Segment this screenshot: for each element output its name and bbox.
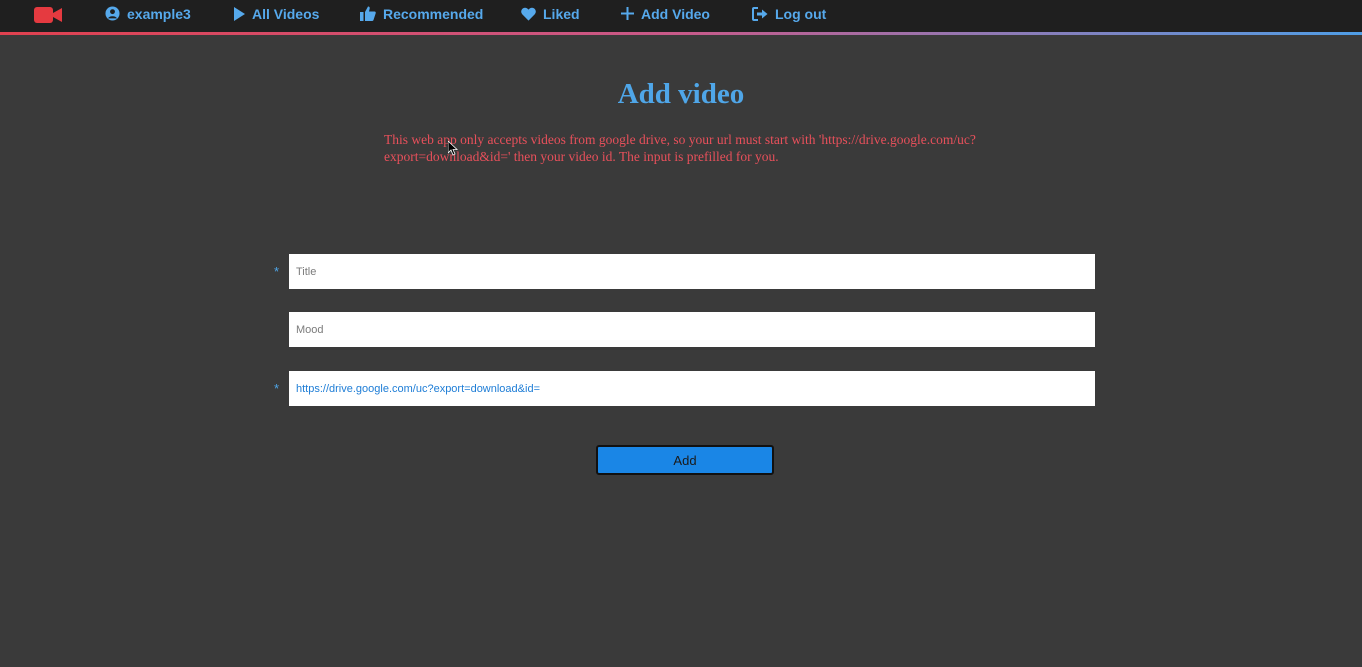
thumbs-up-icon bbox=[360, 6, 376, 21]
add-video-button[interactable]: Add bbox=[596, 445, 774, 475]
url-notice-text: This web app only accepts videos from go… bbox=[384, 132, 976, 164]
heart-icon bbox=[521, 7, 536, 21]
nav-item-label: Log out bbox=[775, 5, 827, 22]
nav-item-add-video[interactable]: Add Video bbox=[621, 0, 710, 27]
nav-item-all-videos[interactable]: All Videos bbox=[233, 0, 319, 27]
nav-item-label: example3 bbox=[127, 5, 191, 22]
nav-item-logout[interactable]: Log out bbox=[752, 0, 826, 27]
video-camera-icon[interactable] bbox=[34, 6, 62, 24]
nav-item-profile[interactable]: example3 bbox=[105, 0, 191, 27]
top-navbar: example3 All Videos Recommended Liked Ad… bbox=[0, 0, 1362, 32]
nav-item-label: Recommended bbox=[383, 5, 484, 22]
mood-input[interactable] bbox=[289, 312, 1095, 347]
navbar-accent-line bbox=[0, 32, 1362, 35]
title-input[interactable] bbox=[289, 254, 1095, 289]
play-icon bbox=[234, 6, 245, 21]
required-marker-title: * bbox=[274, 264, 280, 279]
nav-item-recommended[interactable]: Recommended bbox=[360, 0, 483, 27]
nav-item-label: Liked bbox=[543, 5, 580, 22]
nav-item-label: All Videos bbox=[252, 5, 320, 22]
required-marker-url: * bbox=[274, 381, 280, 396]
page-title: Add video bbox=[617, 78, 745, 110]
video-url-input[interactable] bbox=[289, 371, 1095, 406]
mouse-cursor-icon bbox=[448, 141, 458, 156]
nav-item-label: Add Video bbox=[641, 5, 710, 22]
user-circle-icon bbox=[105, 6, 120, 21]
plus-icon bbox=[621, 7, 634, 20]
logout-icon bbox=[752, 6, 768, 21]
nav-item-liked[interactable]: Liked bbox=[521, 0, 580, 27]
